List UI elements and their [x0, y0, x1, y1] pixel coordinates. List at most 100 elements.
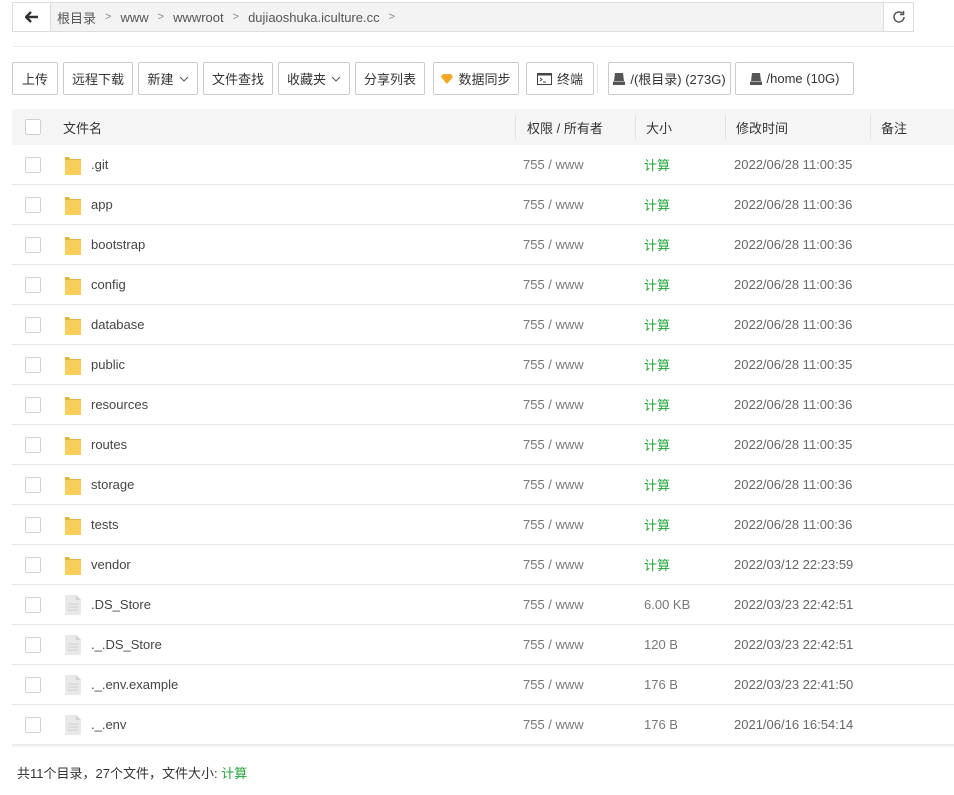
file-name[interactable]: ._.DS_Store	[91, 625, 162, 664]
row-checkbox[interactable]	[25, 636, 41, 653]
file-name[interactable]: ._.env.example	[91, 665, 178, 704]
row-checkbox[interactable]	[25, 556, 41, 573]
file-name[interactable]: app	[91, 185, 113, 224]
col-mtime[interactable]: 修改时间	[725, 115, 788, 139]
row-checkbox[interactable]	[25, 596, 41, 613]
table-row[interactable]: routes 755 / www 计算 2022/06/28 11:00:35	[12, 425, 954, 465]
file-mtime: 2022/06/28 11:00:36	[734, 317, 853, 332]
file-size[interactable]: 计算	[644, 265, 670, 304]
table-row[interactable]: vendor 755 / www 计算 2022/03/12 22:23:59	[12, 545, 954, 585]
file-perm[interactable]: 755 / www	[523, 305, 584, 344]
table-row[interactable]: config 755 / www 计算 2022/06/28 11:00:36	[12, 265, 954, 305]
table-row[interactable]: .DS_Store 755 / www 6.00 KB 2022/03/23 2…	[12, 585, 954, 625]
file-size[interactable]: 计算	[644, 185, 670, 224]
col-name[interactable]: 文件名	[63, 109, 102, 145]
file-perm[interactable]: 755 / www	[523, 465, 584, 504]
folder-icon-wrap	[65, 505, 81, 544]
file-perm[interactable]: 755 / www	[523, 705, 584, 744]
file-name[interactable]: tests	[91, 505, 118, 544]
chevron-right-icon: >	[232, 11, 240, 23]
disk-root-button[interactable]: /(根目录) (273G)	[608, 62, 731, 95]
file-name[interactable]: storage	[91, 465, 134, 504]
table-row[interactable]: storage 755 / www 计算 2022/06/28 11:00:36	[12, 465, 954, 505]
file-size[interactable]: 计算	[644, 305, 670, 344]
select-all-checkbox[interactable]	[25, 119, 41, 135]
file-perm[interactable]: 755 / www	[523, 225, 584, 264]
file-size[interactable]: 计算	[644, 505, 670, 544]
row-checkbox[interactable]	[25, 196, 41, 213]
breadcrumb-item[interactable]: 根目录	[57, 8, 96, 27]
file-perm[interactable]: 755 / www	[523, 345, 584, 384]
file-size[interactable]: 计算	[644, 465, 670, 504]
calc-total-size-link[interactable]: 计算	[221, 766, 247, 781]
row-checkbox[interactable]	[25, 676, 41, 693]
breadcrumb-item[interactable]: www	[120, 10, 148, 25]
file-perm[interactable]: 755 / www	[523, 185, 584, 224]
row-checkbox[interactable]	[25, 396, 41, 413]
file-perm[interactable]: 755 / www	[523, 625, 584, 664]
file-mtime: 2022/06/28 11:00:35	[734, 357, 853, 372]
file-perm[interactable]: 755 / www	[523, 145, 584, 184]
file-perm[interactable]: 755 / www	[523, 665, 584, 704]
file-name[interactable]: ._.env	[91, 705, 126, 744]
table-row[interactable]: bootstrap 755 / www 计算 2022/06/28 11:00:…	[12, 225, 954, 265]
table-row[interactable]: public 755 / www 计算 2022/06/28 11:00:35	[12, 345, 954, 385]
file-perm[interactable]: 755 / www	[523, 425, 584, 464]
file-perm[interactable]: 755 / www	[523, 265, 584, 304]
row-checkbox[interactable]	[25, 276, 41, 293]
row-checkbox[interactable]	[25, 156, 41, 173]
file-perm[interactable]: 755 / www	[523, 385, 584, 424]
row-checkbox[interactable]	[25, 716, 41, 733]
file-perm[interactable]: 755 / www	[523, 505, 584, 544]
file-size: 176 B	[644, 717, 678, 732]
favorites-button[interactable]: 收藏夹	[278, 62, 350, 95]
table-row[interactable]: app 755 / www 计算 2022/06/28 11:00:36	[12, 185, 954, 225]
file-size[interactable]: 计算	[644, 145, 670, 184]
data-sync-button[interactable]: 数据同步	[433, 62, 519, 95]
col-size[interactable]: 大小	[635, 115, 672, 139]
folder-icon	[65, 156, 81, 175]
disk-home-button[interactable]: /home (10G)	[735, 62, 854, 95]
file-name[interactable]: bootstrap	[91, 225, 145, 264]
table-row[interactable]: ._.env.example 755 / www 176 B 2022/03/2…	[12, 665, 954, 705]
chevron-down-icon	[179, 76, 188, 82]
refresh-button[interactable]	[883, 3, 913, 31]
share-list-button[interactable]: 分享列表	[355, 62, 425, 95]
table-row[interactable]: ._.DS_Store 755 / www 120 B 2022/03/23 2…	[12, 625, 954, 665]
file-perm[interactable]: 755 / www	[523, 545, 584, 584]
file-name[interactable]: .git	[91, 145, 108, 184]
file-name[interactable]: vendor	[91, 545, 131, 584]
row-checkbox[interactable]	[25, 316, 41, 333]
table-row[interactable]: database 755 / www 计算 2022/06/28 11:00:3…	[12, 305, 954, 345]
file-size[interactable]: 计算	[644, 385, 670, 424]
remote-download-button[interactable]: 远程下载	[63, 62, 133, 95]
file-size[interactable]: 计算	[644, 425, 670, 464]
find-file-button[interactable]: 文件查找	[203, 62, 273, 95]
new-button[interactable]: 新建	[138, 62, 198, 95]
breadcrumb-item[interactable]: dujiaoshuka.iculture.cc	[248, 10, 380, 25]
file-name[interactable]: config	[91, 265, 126, 304]
file-name[interactable]: routes	[91, 425, 127, 464]
table-row[interactable]: ._.env 755 / www 176 B 2021/06/16 16:54:…	[12, 705, 954, 745]
upload-button[interactable]: 上传	[12, 62, 58, 95]
terminal-button[interactable]: 终端	[526, 62, 594, 95]
file-size[interactable]: 计算	[644, 545, 670, 584]
file-name[interactable]: resources	[91, 385, 148, 424]
table-row[interactable]: tests 755 / www 计算 2022/06/28 11:00:36	[12, 505, 954, 545]
row-checkbox[interactable]	[25, 236, 41, 253]
file-name[interactable]: database	[91, 305, 145, 344]
row-checkbox[interactable]	[25, 436, 41, 453]
file-mtime: 2022/06/28 11:00:36	[734, 237, 853, 252]
table-row[interactable]: resources 755 / www 计算 2022/06/28 11:00:…	[12, 385, 954, 425]
back-button[interactable]	[13, 3, 51, 31]
table-row[interactable]: .git 755 / www 计算 2022/06/28 11:00:35	[12, 145, 954, 185]
row-checkbox[interactable]	[25, 476, 41, 493]
file-name[interactable]: .DS_Store	[91, 585, 151, 624]
file-name[interactable]: public	[91, 345, 125, 384]
file-perm[interactable]: 755 / www	[523, 585, 584, 624]
row-checkbox[interactable]	[25, 516, 41, 533]
breadcrumb-item[interactable]: wwwroot	[173, 10, 224, 25]
file-size[interactable]: 计算	[644, 345, 670, 384]
file-size[interactable]: 计算	[644, 225, 670, 264]
row-checkbox[interactable]	[25, 356, 41, 373]
